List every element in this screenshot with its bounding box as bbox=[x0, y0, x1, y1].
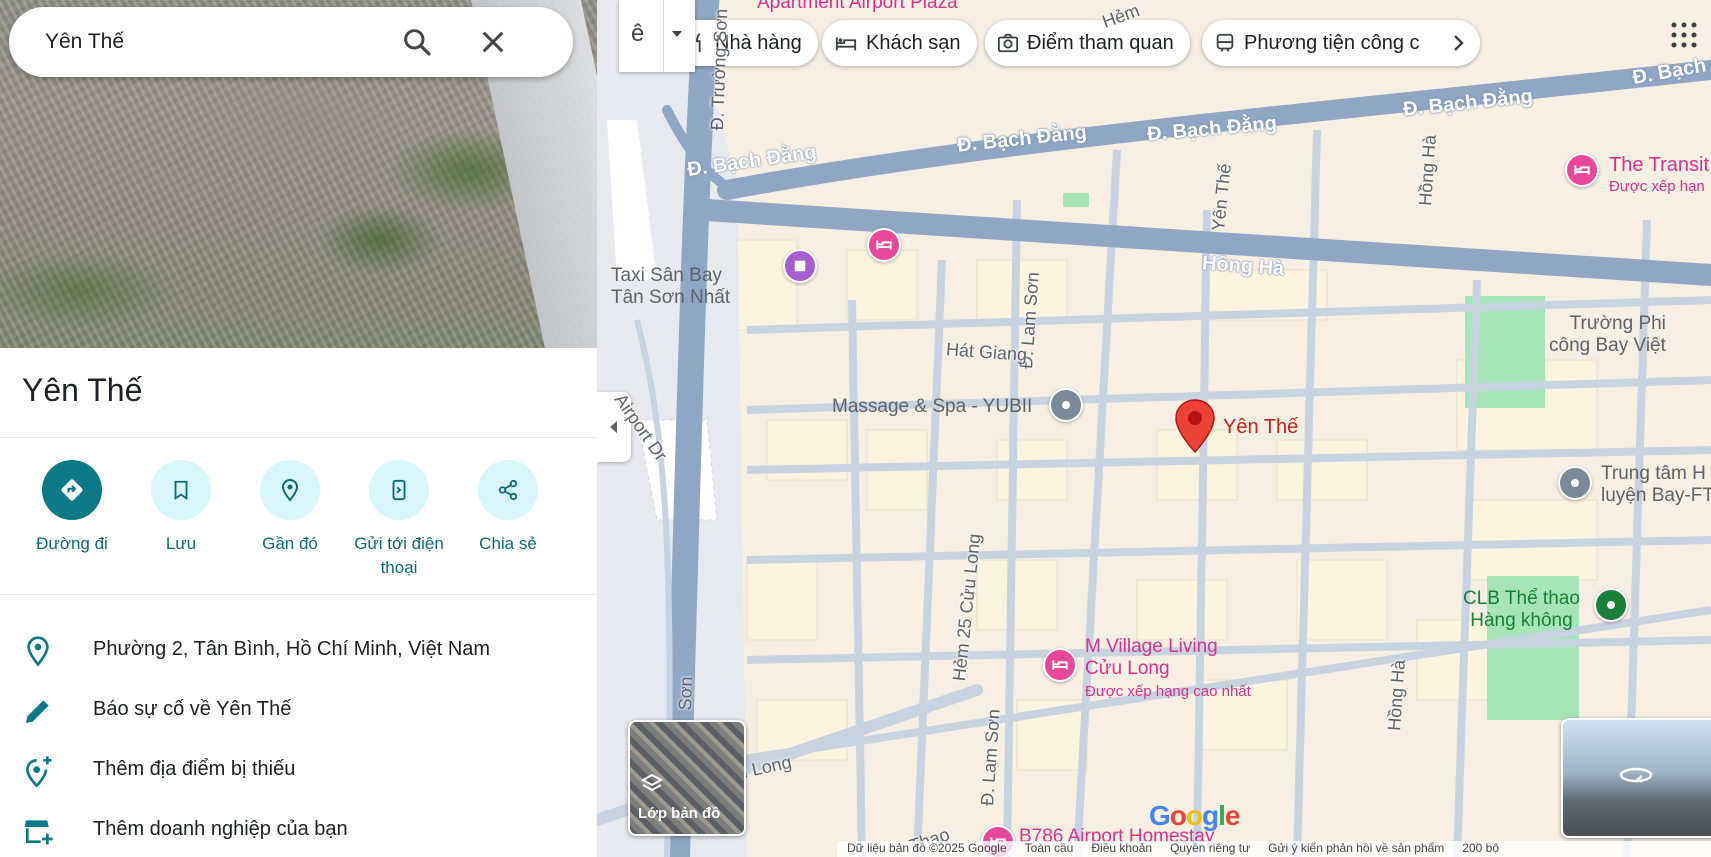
footer-link-feedback[interactable]: Gửi ý kiến phản hồi về sản phẩm bbox=[1268, 841, 1444, 857]
place-title: Yên Thế bbox=[22, 372, 143, 408]
nearby-icon bbox=[260, 460, 320, 520]
add-business-row[interactable]: Thêm doanh nghiệp của bạn bbox=[0, 801, 597, 857]
footer-link-terms[interactable]: Điều khoản bbox=[1091, 841, 1152, 857]
add-business-text: Thêm doanh nghiệp của bạn bbox=[93, 818, 348, 840]
caret-left-icon bbox=[610, 421, 617, 433]
spa-icon[interactable] bbox=[1049, 388, 1083, 422]
poi-label-apartment[interactable]: Apartment Airport Plaza bbox=[757, 0, 958, 14]
caret-down-icon[interactable] bbox=[671, 26, 683, 44]
search-input[interactable]: Yên Thế bbox=[45, 7, 124, 77]
address-row[interactable]: Phường 2, Tân Bình, Hồ Chí Minh, Việt Na… bbox=[0, 621, 597, 677]
layers-button[interactable]: Lớp bản đồ bbox=[628, 720, 746, 836]
poi-label-sports-club[interactable]: CLB Thể thao Hàng không bbox=[1463, 588, 1580, 632]
bookmark-icon bbox=[151, 460, 211, 520]
chip-label: Phương tiện công c bbox=[1244, 31, 1420, 54]
share-label: Chia sẻ bbox=[479, 534, 537, 553]
poi-label-school[interactable]: Trường Phi công Bay Việt bbox=[1549, 313, 1666, 357]
send-to-phone-button[interactable]: Gửi tới điện thoại bbox=[344, 460, 454, 580]
road-label: Đ. Trường Sơn bbox=[707, 8, 732, 131]
divider bbox=[0, 437, 597, 438]
street-view-button[interactable] bbox=[1561, 718, 1711, 838]
layers-label: Lớp bản đồ bbox=[638, 805, 721, 822]
directions-label: Đường đi bbox=[36, 534, 108, 553]
layers-icon bbox=[640, 772, 664, 801]
camera-icon bbox=[997, 33, 1019, 53]
add-missing-place-text: Thêm địa điểm bị thiếu bbox=[93, 758, 296, 780]
hotel-icon[interactable] bbox=[867, 228, 901, 262]
send-to-phone-label: Gửi tới điện thoại bbox=[354, 534, 444, 577]
education-icon[interactable] bbox=[1558, 466, 1592, 500]
sports-icon[interactable] bbox=[1594, 588, 1628, 622]
nearby-button[interactable]: Gần đó bbox=[235, 460, 345, 556]
pin-label: Yên Thế bbox=[1223, 416, 1299, 438]
map-data-credit: Dữ liệu bản đồ ©2025 Google bbox=[847, 841, 1007, 855]
save-label: Lưu bbox=[165, 534, 197, 553]
send-to-phone-icon bbox=[369, 460, 429, 520]
chip-label: Khách sạn bbox=[866, 31, 961, 54]
poi-label-transit[interactable]: The Transit Được xếp hạn bbox=[1609, 155, 1709, 197]
share-icon bbox=[478, 460, 538, 520]
poi-label-m-village[interactable]: M Village Living Cửu Long Được xếp hạng ca… bbox=[1085, 636, 1251, 703]
add-missing-place-row[interactable]: Thêm địa điểm bị thiếu bbox=[0, 741, 597, 797]
rotate-360-icon bbox=[1618, 760, 1654, 795]
poi-label-training-center[interactable]: Trung tâm Hluyện Bay-FT bbox=[1601, 463, 1711, 507]
input-tools-button[interactable]: ê bbox=[619, 0, 695, 72]
add-business-icon bbox=[22, 815, 54, 847]
map-canvas[interactable]: Nhà hàng Khách sạn Điểm tham quan Phương… bbox=[597, 0, 1711, 857]
place-panel: Yên Thế Yên Thế Đường đi Lưu Gần đó Gửi … bbox=[0, 0, 597, 857]
report-issue-row[interactable]: Báo sự cố về Yên Thế bbox=[0, 681, 597, 737]
input-method-icon: ê bbox=[631, 20, 645, 47]
footer-link-global[interactable]: Toàn cầu bbox=[1025, 841, 1074, 857]
cinema-icon[interactable] bbox=[783, 249, 817, 283]
nearby-label: Gần đó bbox=[262, 534, 318, 553]
poi-label-taxi[interactable]: Taxi Sân Bay Tân Sơn Nhất bbox=[611, 265, 730, 309]
report-issue-text: Báo sự cố về Yên Thế bbox=[93, 698, 292, 720]
poi-label-massage[interactable]: Massage & Spa - YUBII bbox=[832, 396, 1032, 418]
hotel-icon bbox=[835, 37, 857, 51]
scale-bar[interactable]: 200 bộ bbox=[1462, 841, 1499, 857]
chip-hotels[interactable]: Khách sạn bbox=[822, 20, 977, 66]
chip-transit[interactable]: Phương tiện công c bbox=[1202, 20, 1480, 66]
chip-label: Điểm tham quan bbox=[1027, 31, 1174, 54]
road-label: Sơn bbox=[675, 676, 697, 711]
selected-place-pin-icon[interactable] bbox=[1174, 398, 1216, 459]
location-pin-icon bbox=[22, 635, 54, 667]
add-place-icon bbox=[22, 755, 54, 788]
search-icon[interactable] bbox=[401, 26, 433, 58]
apps-grid-icon[interactable] bbox=[1669, 20, 1699, 55]
chevron-right-icon[interactable] bbox=[1446, 31, 1472, 61]
close-icon[interactable] bbox=[477, 26, 509, 58]
directions-button[interactable]: Đường đi bbox=[17, 460, 127, 556]
search-box[interactable]: Yên Thế bbox=[9, 7, 573, 77]
address-text: Phường 2, Tân Bình, Hồ Chí Minh, Việt Na… bbox=[93, 638, 491, 660]
transit-icon bbox=[1216, 33, 1234, 52]
hotel-icon[interactable] bbox=[1043, 648, 1077, 682]
map-footer: Dữ liệu bản đồ ©2025 Google Toàn cầu Điề… bbox=[837, 841, 1711, 857]
save-button[interactable]: Lưu bbox=[126, 460, 236, 556]
footer-link-privacy[interactable]: Quyền riêng tư bbox=[1170, 841, 1250, 857]
share-button[interactable]: Chia sẻ bbox=[453, 460, 563, 556]
google-logo: Google bbox=[1149, 800, 1240, 831]
divider bbox=[0, 594, 597, 595]
pencil-icon bbox=[22, 695, 54, 727]
chip-attractions[interactable]: Điểm tham quan bbox=[985, 20, 1190, 66]
hotel-icon[interactable] bbox=[1565, 153, 1599, 187]
directions-icon bbox=[42, 460, 102, 520]
